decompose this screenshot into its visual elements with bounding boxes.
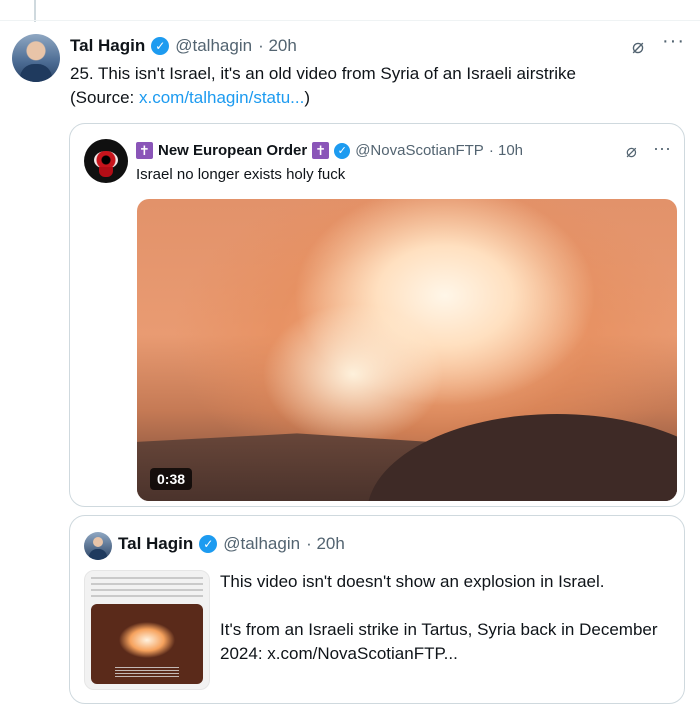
source-prefix: (Source: (70, 88, 139, 107)
thread-connector-line (34, 0, 36, 22)
divider (0, 20, 700, 21)
verified-badge-icon: ✓ (334, 142, 351, 159)
quoted-tweet-time[interactable]: · 10h (489, 142, 523, 159)
tweet-text-line: 25. This isn't Israel, it's an old video… (70, 64, 576, 83)
tweet-source-line: (Source: x.com/talhagin/statu...) (70, 86, 690, 110)
source-link[interactable]: x.com/talhagin/statu... (139, 88, 304, 107)
verified-badge-icon: ✓ (199, 535, 218, 553)
quoted-tweet-text: This video isn't doesn't show an explosi… (220, 570, 670, 666)
tweet-time[interactable]: · 20h (258, 36, 297, 56)
video-player[interactable]: 0:38 (137, 199, 677, 501)
media-thumbnail[interactable] (84, 570, 210, 690)
tweet-text: 25. This isn't Israel, it's an old video… (70, 62, 690, 110)
quoted-tweet-text: Israel no longer exists holy fuck (136, 166, 346, 183)
video-frame-hill (367, 414, 677, 501)
more-options-icon[interactable]: ··· (653, 138, 671, 159)
quoted-tweet-card-2[interactable]: Tal Hagin ✓ @talhagin · 20h This video i… (69, 515, 685, 704)
cross-emoji-icon: ✝ (136, 142, 153, 159)
quoted-avatar[interactable] (84, 532, 112, 560)
quoted-author-name[interactable]: New European Order (158, 142, 307, 159)
author-handle[interactable]: @talhagin (175, 36, 252, 56)
quoted-author-handle[interactable]: @NovaScotianFTP (355, 142, 484, 159)
quoted-tweet-time[interactable]: · 20h (306, 534, 345, 554)
more-options-icon[interactable]: ··· (662, 30, 685, 53)
cross-emoji-icon: ✝ (312, 142, 330, 159)
tweet-header: Tal Hagin ✓ @talhagin · 20h (70, 34, 297, 58)
grok-icon[interactable]: ⌀ (626, 141, 637, 162)
grok-icon[interactable]: ⌀ (632, 34, 644, 59)
quoted-avatar[interactable] (84, 139, 128, 183)
quoted-text-line-2: It's from an Israeli strike in Tartus, S… (220, 620, 658, 663)
quoted-tweet-card[interactable]: ✝ New European Order ✝ ✓ @NovaScotianFTP ·… (69, 123, 685, 507)
author-name[interactable]: Tal Hagin (70, 36, 145, 56)
verified-badge-icon: ✓ (151, 37, 170, 55)
source-suffix: ) (304, 88, 311, 107)
quoted-author-handle[interactable]: @talhagin (223, 534, 300, 554)
quoted-tweet-header: Tal Hagin ✓ @talhagin · 20h (118, 534, 345, 554)
avatar[interactable] (12, 34, 60, 82)
quoted-tweet-header: ✝ New European Order ✝ ✓ @NovaScotianFTP ·… (136, 142, 523, 159)
quoted-author-name[interactable]: Tal Hagin (118, 534, 193, 554)
quoted-text-line-1: This video isn't doesn't show an explosi… (220, 572, 605, 591)
video-duration-badge: 0:38 (150, 468, 193, 490)
